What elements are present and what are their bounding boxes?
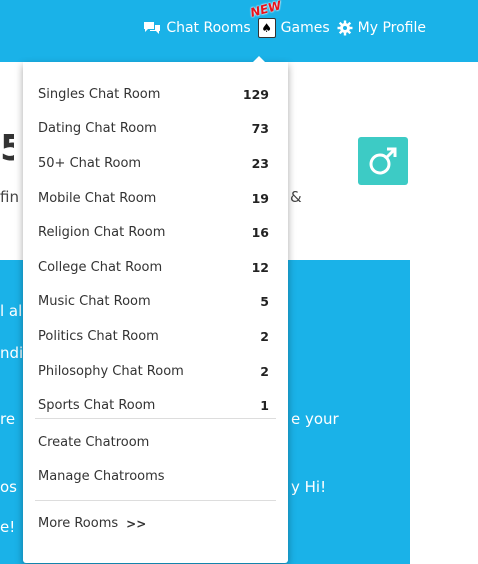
room-name: Religion Chat Room xyxy=(38,225,166,241)
nav-games[interactable]: NEW ♠ Games xyxy=(248,0,330,38)
room-item-singles[interactable]: Singles Chat Room 129 xyxy=(23,77,288,112)
nav-chat-rooms-label: Chat Rooms xyxy=(166,20,251,36)
gear-icon xyxy=(337,20,353,36)
nav-my-profile-label: My Profile xyxy=(357,20,426,36)
background-counter: 57 xyxy=(0,128,14,169)
panel-text-3-right: e your xyxy=(291,410,339,428)
room-item-mobile[interactable]: Mobile Chat Room 19 xyxy=(23,181,288,216)
room-item-music[interactable]: Music Chat Room 5 xyxy=(23,285,288,320)
dropdown-divider xyxy=(35,418,276,419)
room-count: 73 xyxy=(251,121,269,137)
background-text-fragment: fin xyxy=(0,188,19,206)
spade-card-icon: ♠ xyxy=(257,18,276,38)
panel-text-2: ndi xyxy=(0,344,24,362)
panel-text-4: os xyxy=(0,478,17,496)
chat-rooms-dropdown: Singles Chat Room 129 Dating Chat Room 73 … xyxy=(23,56,288,563)
more-rooms-label: More Rooms xyxy=(38,516,119,531)
room-item-college[interactable]: College Chat Room 12 xyxy=(23,250,288,285)
panel-text-1: l al xyxy=(0,302,23,320)
dropdown-caret xyxy=(253,56,265,62)
new-badge: NEW xyxy=(248,0,283,20)
nav-my-profile[interactable]: My Profile xyxy=(337,20,426,36)
panel-text-3: re xyxy=(0,410,16,428)
create-chatroom-link[interactable]: Create Chatroom xyxy=(38,435,149,450)
room-item-50plus[interactable]: 50+ Chat Room 23 xyxy=(23,146,288,181)
manage-chatrooms-link[interactable]: Manage Chatrooms xyxy=(38,469,165,484)
room-name: Mobile Chat Room xyxy=(38,190,157,206)
room-name: Philosophy Chat Room xyxy=(38,363,184,379)
room-item-dating[interactable]: Dating Chat Room 73 xyxy=(23,112,288,147)
main-nav: Chat Rooms NEW ♠ Games My Profile xyxy=(136,0,426,38)
background-ampersand: & xyxy=(290,188,302,206)
room-name: College Chat Room xyxy=(38,259,163,275)
room-name: Dating Chat Room xyxy=(38,121,157,137)
room-count: 12 xyxy=(251,259,269,275)
panel-text-4-right: y Hi! xyxy=(291,478,327,496)
male-symbol-icon xyxy=(369,147,397,175)
top-navbar: Chat Rooms NEW ♠ Games My Profile xyxy=(0,0,478,62)
panel-text-5: e! xyxy=(0,518,16,536)
room-item-philosophy[interactable]: Philosophy Chat Room 2 xyxy=(23,354,288,389)
double-chevron-right-icon: >> xyxy=(126,516,147,531)
room-item-politics[interactable]: Politics Chat Room 2 xyxy=(23,319,288,354)
nav-chat-rooms[interactable]: Chat Rooms xyxy=(143,20,251,36)
male-gender-button[interactable] xyxy=(358,137,408,185)
room-count: 23 xyxy=(251,155,269,171)
chat-bubbles-icon xyxy=(143,21,161,35)
room-name: 50+ Chat Room xyxy=(38,155,142,171)
room-count: 129 xyxy=(242,86,269,102)
room-name: Singles Chat Room xyxy=(38,86,161,102)
room-count: 2 xyxy=(260,363,269,379)
room-name: Music Chat Room xyxy=(38,294,151,310)
room-item-religion[interactable]: Religion Chat Room 16 xyxy=(23,215,288,250)
room-count: 1 xyxy=(260,398,269,414)
room-count: 16 xyxy=(251,225,269,241)
room-count: 5 xyxy=(260,294,269,310)
room-name: Politics Chat Room xyxy=(38,328,159,344)
room-count: 19 xyxy=(251,190,269,206)
room-name: Sports Chat Room xyxy=(38,398,156,414)
more-rooms-link[interactable]: More Rooms >> xyxy=(38,516,146,531)
dropdown-divider xyxy=(35,500,276,501)
room-list: Singles Chat Room 129 Dating Chat Room 73 … xyxy=(23,77,288,423)
room-count: 2 xyxy=(260,328,269,344)
nav-games-label: Games xyxy=(280,20,330,36)
